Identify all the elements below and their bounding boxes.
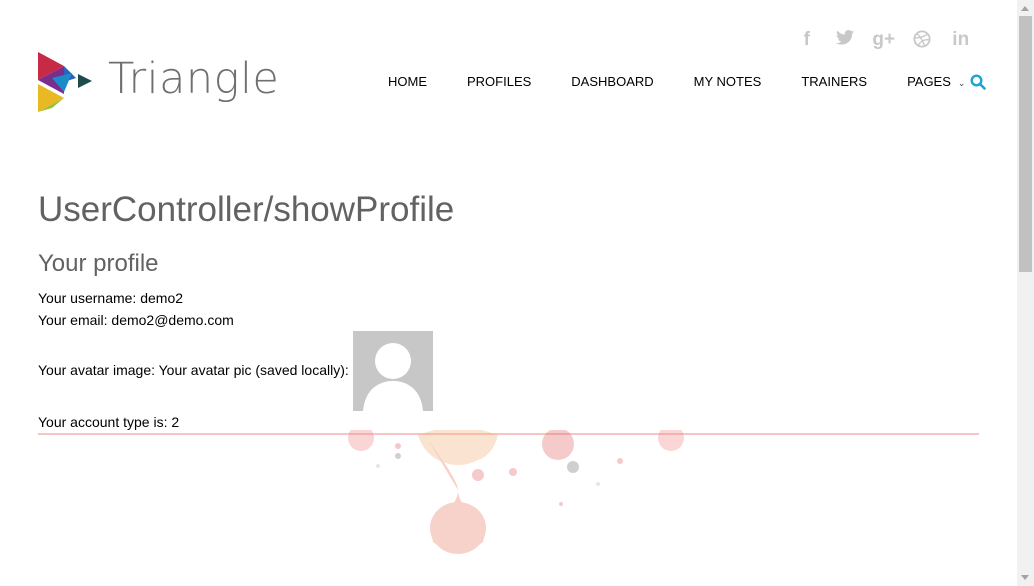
account-type-line: Your account type is: 2 <box>38 414 180 430</box>
google-plus-icon[interactable]: g+ <box>865 30 904 53</box>
nav-my-notes[interactable]: MY NOTES <box>674 74 782 91</box>
nav-dashboard[interactable]: DASHBOARD <box>551 74 673 91</box>
search-icon[interactable] <box>970 74 986 90</box>
nav-home[interactable]: HOME <box>368 74 447 91</box>
default-avatar-icon <box>363 343 423 411</box>
twitter-icon[interactable] <box>826 30 865 53</box>
facebook-icon[interactable]: f <box>788 30 827 53</box>
logo-text: Triangle <box>108 54 280 104</box>
scrollbar-thumb[interactable] <box>1019 16 1032 272</box>
username-line: Your username: demo2 <box>38 290 184 306</box>
nav-pages-label: PAGES <box>907 74 951 89</box>
main-nav: HOME PROFILES DASHBOARD MY NOTES TRAINER… <box>368 74 985 91</box>
email-line: Your email: demo2@demo.com <box>38 312 234 328</box>
dribbble-icon[interactable] <box>903 30 942 53</box>
nav-profiles[interactable]: PROFILES <box>447 74 551 91</box>
scroll-up-arrow-icon[interactable] <box>1021 6 1029 11</box>
linkedin-icon[interactable]: in <box>942 30 981 53</box>
site-logo[interactable]: Triangle <box>38 52 279 114</box>
social-links: f g+ in <box>788 30 981 53</box>
nav-trainers[interactable]: TRAINERS <box>781 74 887 91</box>
avatar-line: Your avatar image: Your avatar pic (save… <box>38 362 349 378</box>
section-title: Your profile <box>38 250 159 277</box>
avatar <box>353 331 433 411</box>
triangle-logo-icon <box>38 52 92 112</box>
chevron-down-icon: ⌄ <box>957 78 966 88</box>
vertical-scrollbar[interactable] <box>1017 0 1034 586</box>
decorative-background-image <box>348 430 684 554</box>
scroll-down-arrow-icon[interactable] <box>1021 575 1029 580</box>
page-title: UserController/showProfile <box>38 190 455 229</box>
